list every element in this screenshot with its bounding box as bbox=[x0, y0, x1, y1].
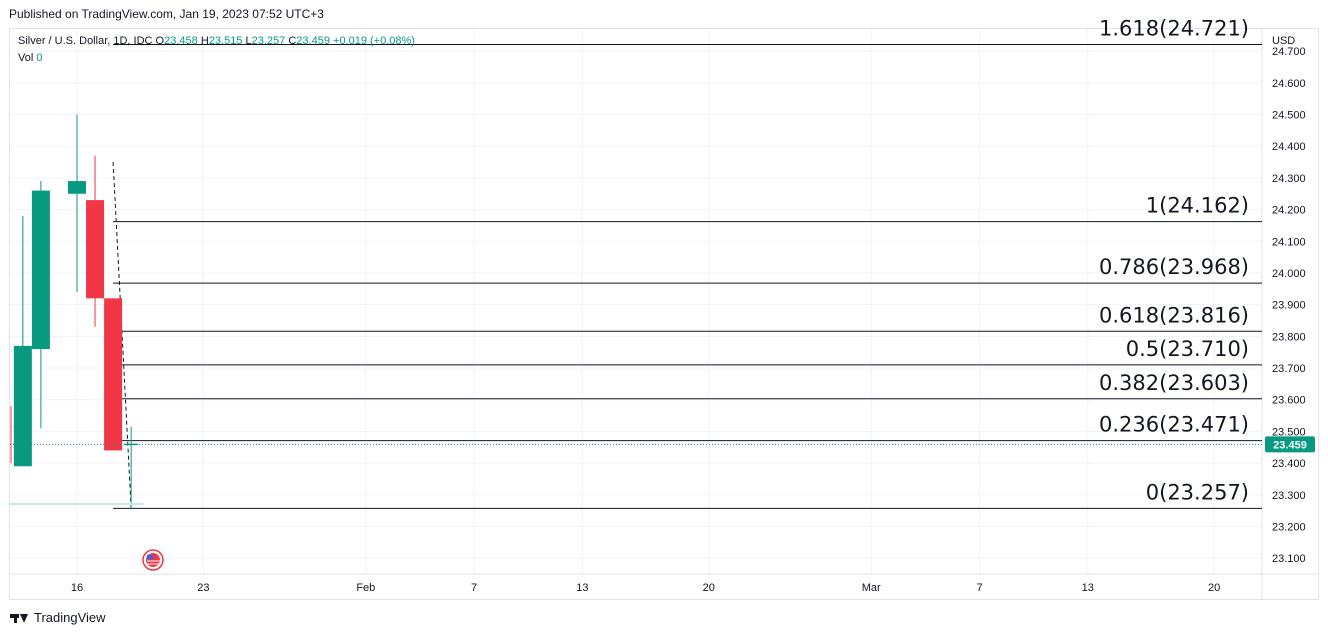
price-tick-label: 23.900 bbox=[1272, 300, 1306, 312]
tradingview-logo-icon bbox=[10, 612, 30, 624]
price-tick-label: 23.100 bbox=[1272, 553, 1306, 565]
currency-label[interactable]: USD bbox=[1272, 35, 1295, 47]
time-axis: 16 23 Feb 7 13 20 Mar 7 13 20 bbox=[71, 582, 1220, 594]
time-tick-label: 20 bbox=[1208, 582, 1220, 594]
symbol-title[interactable]: Silver / U.S. Dollar, 1D, IDC bbox=[18, 35, 152, 47]
price-tick-label: 24.500 bbox=[1272, 110, 1306, 122]
time-tick-label: Feb bbox=[356, 582, 375, 594]
price-axis: 23.10023.20023.30023.40023.50023.60023.7… bbox=[1272, 46, 1306, 565]
price-tick-label: 24.100 bbox=[1272, 236, 1306, 248]
time-tick-label: 20 bbox=[703, 582, 715, 594]
price-tick-label: 24.400 bbox=[1272, 141, 1306, 153]
price-tick-label: 24.300 bbox=[1272, 173, 1306, 185]
fib-level-label: 0.786(23.968) bbox=[1099, 255, 1249, 279]
high-label: H bbox=[200, 35, 209, 47]
volume-legend: Vol 0 bbox=[18, 52, 42, 64]
fib-level-label: 0.236(23.471) bbox=[1099, 413, 1249, 437]
current-price-text: 23.459 bbox=[1273, 439, 1307, 451]
fib-level-label: 0.5(23.710) bbox=[1126, 337, 1249, 361]
low-value: 23.257 bbox=[251, 35, 286, 47]
high-value: 23.515 bbox=[208, 35, 243, 47]
price-tick-label: 23.200 bbox=[1272, 521, 1306, 533]
time-tick-label: Mar bbox=[862, 582, 881, 594]
brand-name: TradingView bbox=[34, 610, 106, 625]
price-chart[interactable]: 1.618(24.721) 1(24.162) 0.786(23.968) 0.618… bbox=[0, 0, 1328, 636]
volume-value: 0 bbox=[36, 52, 43, 64]
price-tick-label: 23.600 bbox=[1272, 395, 1306, 407]
fib-level-label: 1.618(24.721) bbox=[1099, 17, 1249, 41]
us-flag-icon bbox=[142, 549, 164, 571]
chart-overlay: 23.459 bbox=[10, 436, 1315, 571]
price-tick-label: 24.600 bbox=[1272, 78, 1306, 90]
close-value: 23.459 bbox=[296, 35, 330, 47]
candle-body bbox=[86, 200, 105, 299]
price-tick-label: 23.300 bbox=[1272, 490, 1306, 502]
open-label: O bbox=[155, 35, 165, 47]
footer-brand[interactable]: TradingView bbox=[10, 610, 106, 625]
price-tick-label: 23.700 bbox=[1272, 363, 1306, 375]
time-tick-label: 13 bbox=[1082, 582, 1094, 594]
fibonacci-retracement: 1.618(24.721) 1(24.162) 0.786(23.968) 0.618… bbox=[112, 17, 1262, 509]
fib-level-label: 1(24.162) bbox=[1146, 194, 1249, 218]
fib-level-label: 0.618(23.816) bbox=[1099, 303, 1249, 327]
time-tick-label: 13 bbox=[576, 582, 588, 594]
candle-body bbox=[104, 298, 123, 451]
fib-level-label: 0(23.257) bbox=[1146, 480, 1249, 504]
candles bbox=[10, 114, 139, 509]
price-tick-label: 24.200 bbox=[1272, 205, 1306, 217]
flag-canton bbox=[147, 555, 153, 559]
time-tick-label: 23 bbox=[197, 582, 209, 594]
volume-label: Vol bbox=[18, 52, 34, 64]
price-tick-label: 24.000 bbox=[1272, 268, 1306, 280]
candle-body bbox=[31, 190, 50, 350]
price-tick-label: 23.800 bbox=[1272, 331, 1306, 343]
open-value: 23.458 bbox=[164, 35, 198, 47]
symbol-legend: Silver / U.S. Dollar, 1D, IDC O23.458 H2… bbox=[18, 35, 415, 47]
candle-body bbox=[68, 181, 86, 194]
time-tick-label: 7 bbox=[976, 582, 982, 594]
price-tick-label: 23.400 bbox=[1272, 458, 1306, 470]
time-tick-label: 7 bbox=[471, 582, 477, 594]
time-tick-label: 16 bbox=[71, 582, 83, 594]
change-value: +0.019 (+0.08%) bbox=[333, 35, 415, 47]
candle-body bbox=[13, 345, 32, 467]
price-tick-label: 24.700 bbox=[1272, 46, 1306, 58]
fib-level-label: 0.382(23.603) bbox=[1099, 371, 1249, 395]
